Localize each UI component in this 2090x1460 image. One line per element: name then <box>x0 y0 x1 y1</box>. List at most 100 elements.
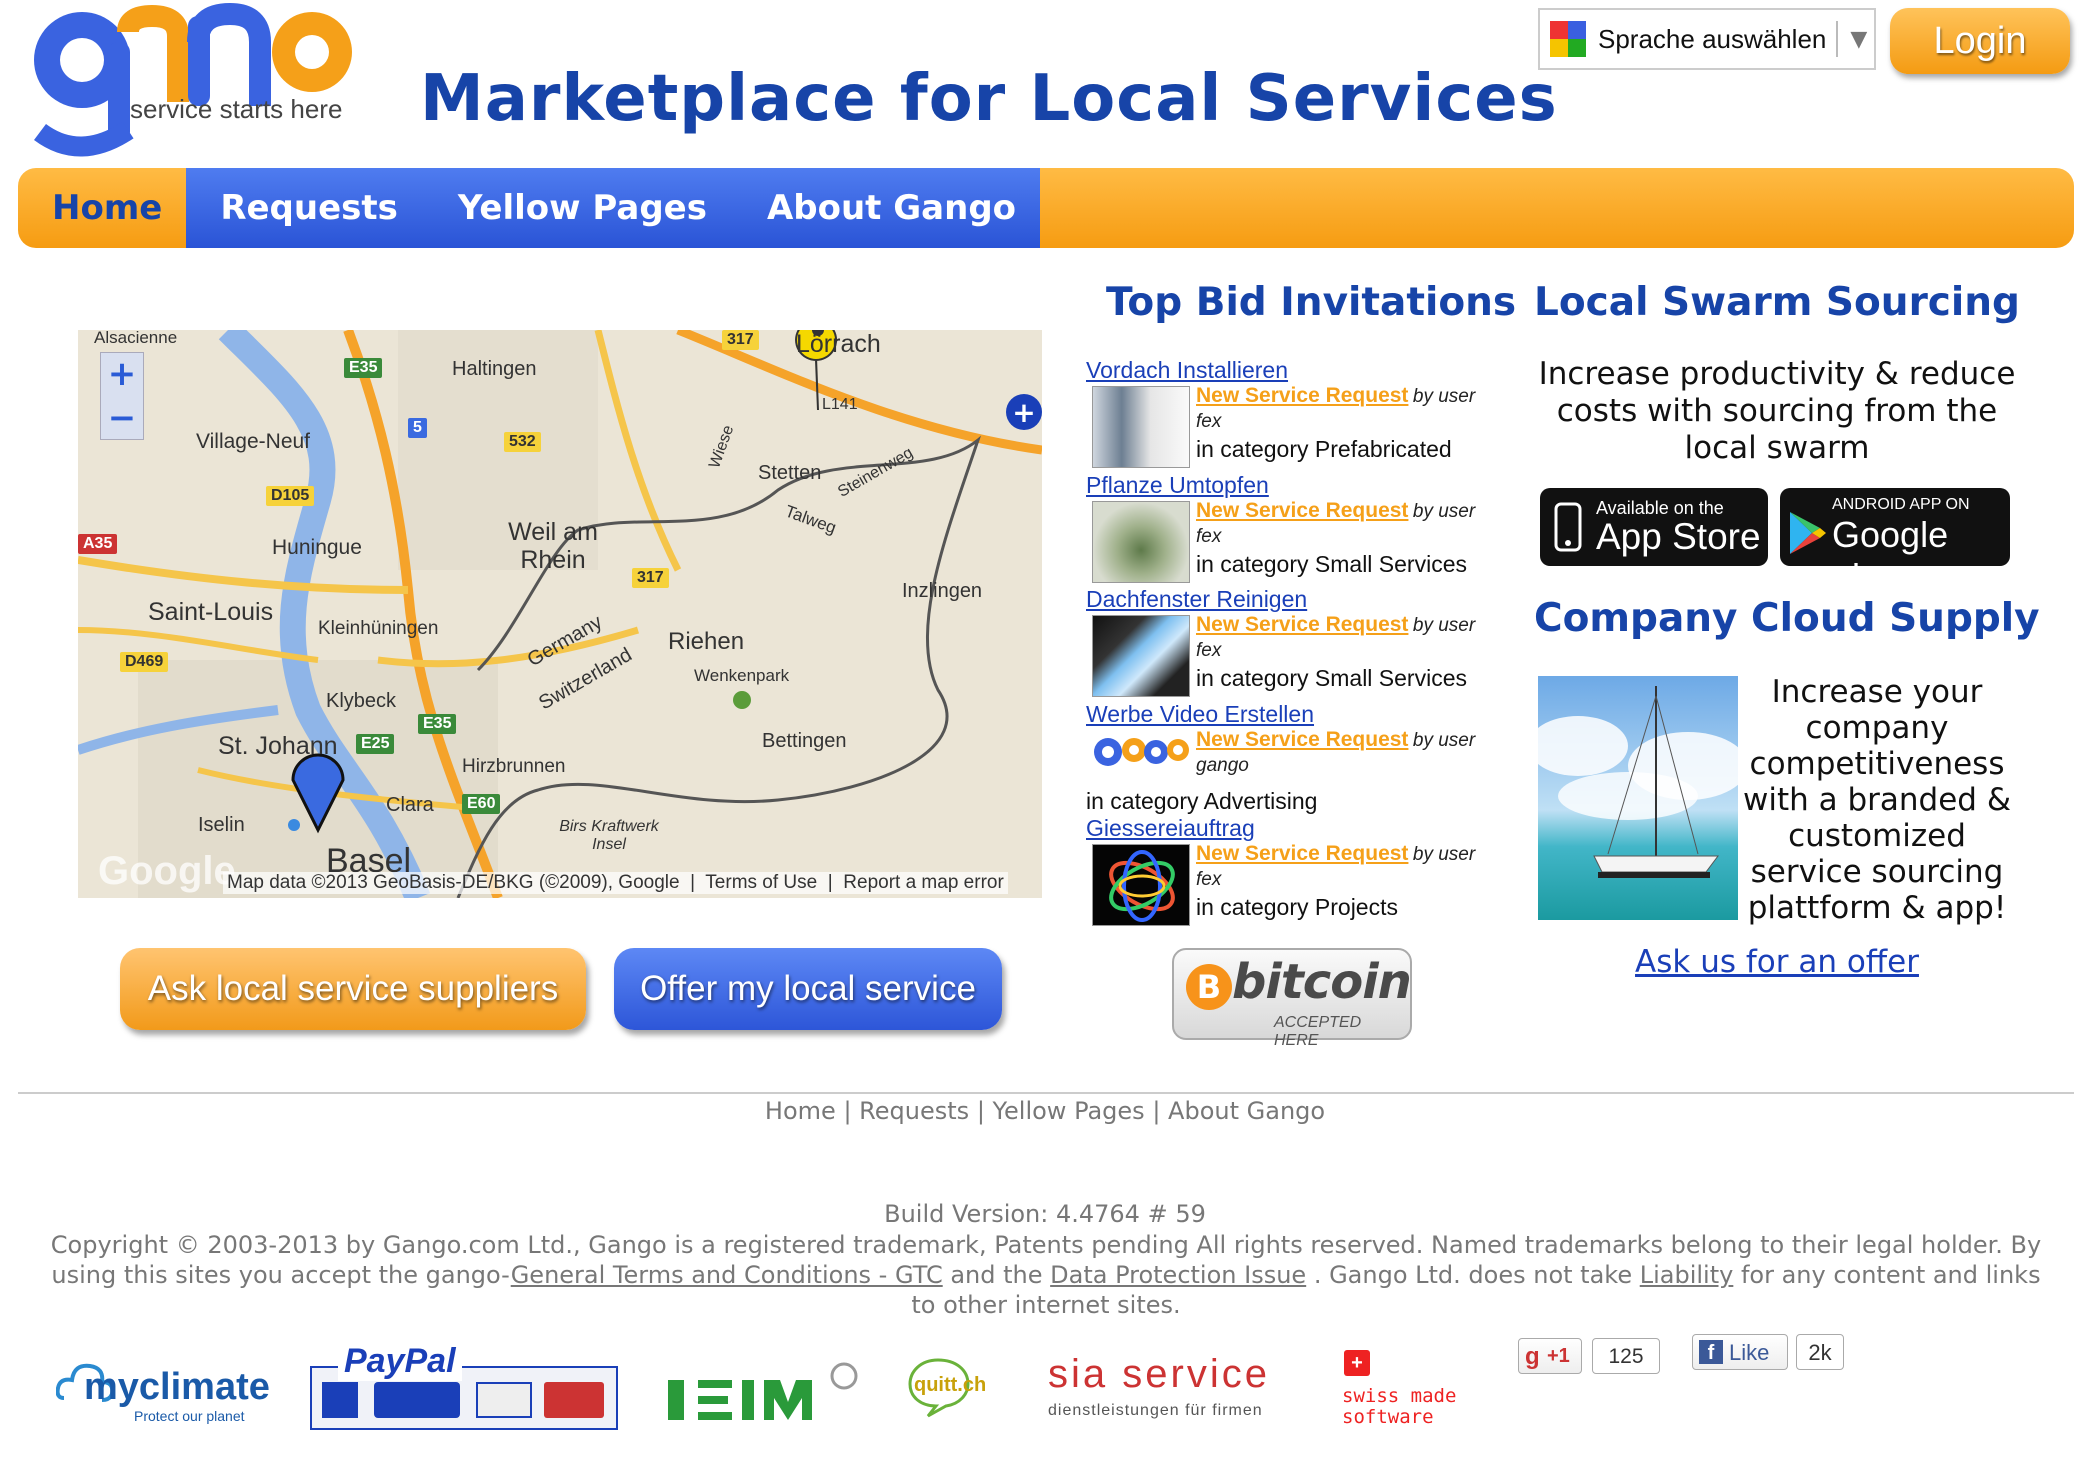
map-label: Weil am Rhein <box>508 518 598 574</box>
nav-about-gango[interactable]: About Gango <box>736 168 1041 248</box>
map-label: Inzlingen <box>902 580 983 602</box>
map-terms-link[interactable]: Terms of Use <box>705 872 817 893</box>
map-label: Wenkenpark <box>694 666 790 685</box>
by-user-label: by user <box>1412 500 1476 522</box>
bid-title-link[interactable]: Pflanze Umtopfen <box>1086 471 1526 499</box>
facebook-like-label: Like <box>1729 1340 1770 1365</box>
nav-yellow-pages[interactable]: Yellow Pages <box>427 168 737 248</box>
road-badge: E35 <box>418 714 457 734</box>
bid-title-link[interactable]: Vordach Installieren <box>1086 356 1526 384</box>
google-play-button[interactable]: ANDROID APP ON Google play <box>1780 488 2010 597</box>
gango-logo-thumbnail[interactable] <box>1092 730 1190 780</box>
bid-title-link[interactable]: Dachfenster Reinigen <box>1086 585 1526 613</box>
map-label: Clara <box>386 794 434 816</box>
nav-home[interactable]: Home <box>18 168 186 248</box>
zoom-out-button[interactable]: − <box>101 397 143 441</box>
copyright-text: and the <box>942 1261 1051 1289</box>
service-map[interactable]: + + − Alsacienne Haltingen Lörrach Villa… <box>78 330 1042 898</box>
liability-link[interactable]: Liability <box>1640 1261 1734 1289</box>
google-play-small-label: ANDROID APP ON <box>1832 496 1970 513</box>
ask-suppliers-button[interactable]: Ask local service suppliers <box>120 948 586 1030</box>
ec-card-icon <box>322 1382 358 1418</box>
quitt-logo[interactable]: quitt.ch <box>906 1354 1006 1420</box>
bid-thumbnail[interactable] <box>1092 844 1190 926</box>
google-plus-label: +1 <box>1547 1345 1570 1367</box>
swiss-made-software-logo[interactable]: + swiss made software <box>1338 1348 1458 1432</box>
bid-thumbnail[interactable] <box>1092 500 1190 583</box>
list-item: Giessereiauftrag New Service Request by … <box>1086 814 1526 928</box>
myclimate-logo[interactable]: myclimate Protect our planet <box>56 1352 270 1424</box>
swarm-heading: Local Swarm Sourcing <box>1534 280 2020 325</box>
main-nav: Home Requests Yellow Pages About Gango <box>18 168 2074 248</box>
bid-user: fex <box>1196 640 1222 661</box>
footer-link-yellow-pages[interactable]: Yellow Pages <box>993 1097 1145 1125</box>
sailboat-image <box>1538 676 1738 920</box>
bid-thumbnail[interactable] <box>1092 386 1190 468</box>
map-data-attribution: Map data ©2013 GeoBasis-DE/BKG (©2009), … <box>227 872 680 893</box>
bitcoin-accepted-label: ACCEPTED HERE <box>1274 1014 1362 1049</box>
map-label: Lörrach <box>796 330 881 358</box>
bid-user: fex <box>1196 411 1222 432</box>
new-service-request-link[interactable]: New Service Request <box>1196 728 1408 751</box>
map-label: Iselin <box>198 814 245 836</box>
page-title: Marketplace for Local Services <box>420 62 1558 136</box>
google-plus-button[interactable]: g +1 <box>1518 1338 1582 1374</box>
map-attribution: Map data ©2013 GeoBasis-DE/BKG (©2009), … <box>223 872 1008 894</box>
copyright-text: . Gango Ltd. does not take <box>1306 1261 1640 1289</box>
map-label: Haltingen <box>452 358 537 380</box>
zoom-in-button[interactable]: + <box>101 353 143 397</box>
ibm-logo[interactable] <box>664 1362 864 1428</box>
map-zoom-control: + − <box>100 352 144 440</box>
nav-requests[interactable]: Requests <box>186 168 428 248</box>
data-protection-link[interactable]: Data Protection Issue <box>1050 1261 1306 1289</box>
bid-title-link[interactable]: Giessereiauftrag <box>1086 814 1526 842</box>
visa-icon <box>476 1382 532 1418</box>
map-label: Stetten <box>758 462 822 484</box>
sia-service-logo[interactable]: sia service dienstleistungen für firmen <box>1048 1352 1288 1422</box>
map-label: Saint-Louis <box>148 598 274 626</box>
app-store-button[interactable]: Available on the App Store <box>1540 488 1768 566</box>
map-label: Klybeck <box>326 690 397 712</box>
footer-link-requests[interactable]: Requests <box>859 1097 969 1125</box>
by-user-label: by user <box>1412 729 1476 751</box>
dropdown-arrow-icon: ▼ <box>1850 26 1868 52</box>
road-badge: E35 <box>344 358 383 378</box>
offer-service-button[interactable]: Offer my local service <box>614 948 1002 1030</box>
app-store-label: App Store <box>1596 516 1761 557</box>
copyright-notice: Copyright © 2003-2013 by Gango.com Ltd.,… <box>46 1230 2046 1320</box>
footer-separator: | <box>843 1097 852 1125</box>
bid-title-link[interactable]: Werbe Video Erstellen <box>1086 700 1526 728</box>
language-select[interactable]: Sprache auswählen ▼ <box>1538 8 1876 70</box>
mastercard-icon <box>544 1382 604 1418</box>
new-service-request-link[interactable]: New Service Request <box>1196 842 1408 865</box>
login-button[interactable]: Login <box>1890 8 2070 74</box>
select-divider <box>1836 21 1839 57</box>
bitcoin-wordmark: bitcoin <box>1232 954 1412 1010</box>
footer-link-home[interactable]: Home <box>765 1097 836 1125</box>
road-badge: D105 <box>266 486 315 506</box>
paypal-logo[interactable]: PayPal <box>310 1342 618 1434</box>
google-plus-count-value: 125 <box>1608 1345 1644 1368</box>
facebook-like-button[interactable]: f Like <box>1692 1334 1788 1370</box>
ask-offer-link[interactable]: Ask us for an offer <box>1534 944 2020 980</box>
new-service-request-link[interactable]: New Service Request <box>1196 499 1408 522</box>
map-label: L141 <box>822 396 858 413</box>
bids-heading: Top Bid Invitations <box>1106 280 1517 325</box>
sia-tagline: dienstleistungen für firmen <box>1048 1402 1263 1419</box>
new-service-request-link[interactable]: New Service Request <box>1196 384 1408 407</box>
logo-tagline: service starts here <box>130 94 343 124</box>
by-user-label: by user <box>1412 844 1476 865</box>
bid-category: in category Advertising <box>1086 787 1318 814</box>
gtc-link[interactable]: General Terms and Conditions - GTC <box>511 1261 943 1289</box>
footer-link-about-gango[interactable]: About Gango <box>1168 1097 1325 1125</box>
map-report-error-link[interactable]: Report a map error <box>843 872 1004 893</box>
map-label: Alsacienne <box>94 330 178 347</box>
bid-thumbnail[interactable] <box>1092 615 1190 697</box>
cloud-description: Increase your company competitiveness wi… <box>1743 674 2011 926</box>
myclimate-wordmark: myclimate <box>84 1366 270 1408</box>
bid-category: in category Projects <box>1196 894 1398 920</box>
gango-logo[interactable]: service starts here <box>20 2 360 162</box>
road-badge: 532 <box>504 432 541 452</box>
new-service-request-link[interactable]: New Service Request <box>1196 613 1408 636</box>
bitcoin-accepted-badge[interactable]: B bitcoin ACCEPTED HERE <box>1172 948 1412 1049</box>
